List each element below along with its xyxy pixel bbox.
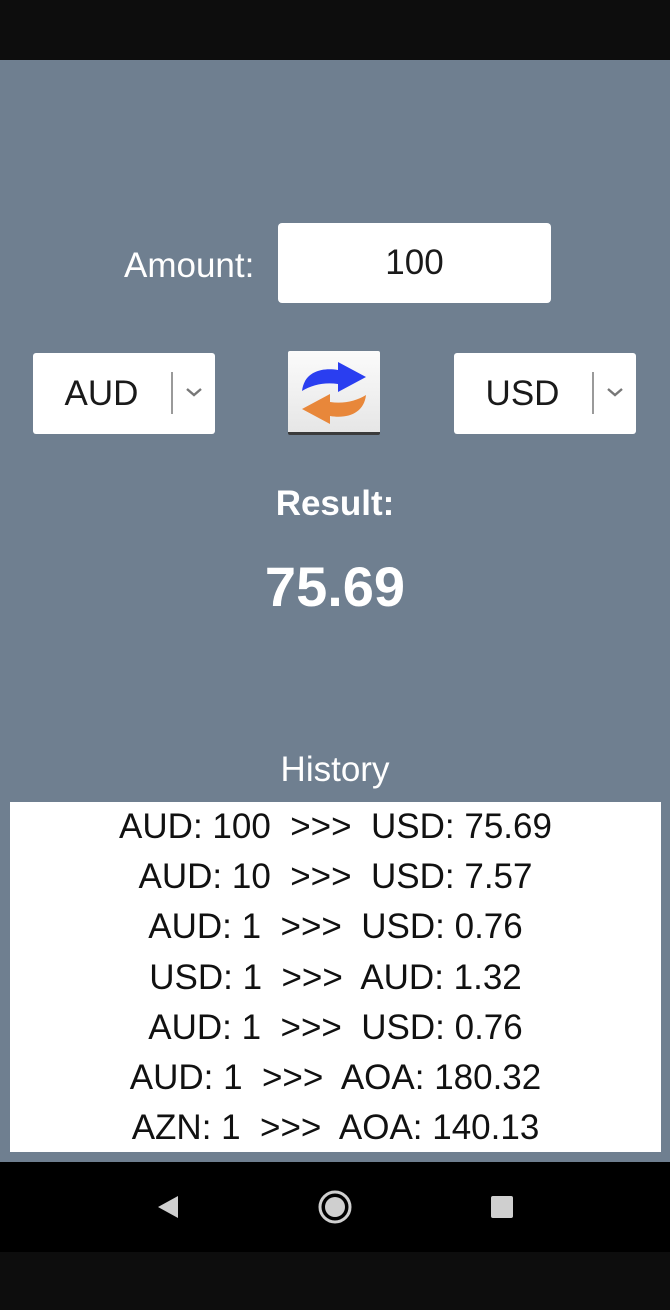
history-item[interactable]: AZN: 1 >>> AOA: 140.13 xyxy=(10,1103,661,1152)
history-list[interactable]: AUD: 100 >>> USD: 75.69 AUD: 10 >>> USD:… xyxy=(10,802,661,1152)
history-item[interactable]: AUD: 1 >>> USD: 0.76 xyxy=(10,902,661,952)
select-divider xyxy=(171,372,173,414)
select-divider xyxy=(592,372,594,414)
converter-screen: Amount: AUD USD Result: 75.69 History AU… xyxy=(0,60,670,1162)
navigation-bar xyxy=(0,1162,670,1252)
history-item[interactable]: AUD: 1 >>> AOA: 180.32 xyxy=(10,1053,661,1103)
history-item[interactable]: AUD: 1 >>> USD: 0.76 xyxy=(10,1003,661,1053)
status-bar xyxy=(0,0,670,60)
history-item[interactable]: USD: 1 >>> AUD: 1.32 xyxy=(10,953,661,1003)
chevron-down-icon xyxy=(607,388,623,397)
history-item[interactable]: AUD: 100 >>> USD: 75.69 xyxy=(10,802,661,852)
from-currency-select[interactable]: AUD xyxy=(33,353,215,434)
result-value: 75.69 xyxy=(264,555,406,618)
back-triangle-icon[interactable] xyxy=(148,1187,188,1227)
swap-arrows-icon xyxy=(302,362,366,424)
result-label: Result: xyxy=(275,484,395,523)
swap-currencies-button[interactable] xyxy=(288,351,380,435)
amount-input[interactable] xyxy=(278,223,551,303)
history-title: History xyxy=(280,750,390,789)
to-currency-select[interactable]: USD xyxy=(454,353,636,434)
recents-square-icon[interactable] xyxy=(482,1187,522,1227)
to-currency-value: USD xyxy=(485,374,560,413)
amount-label: Amount: xyxy=(124,246,255,285)
history-item[interactable]: AUD: 10 >>> USD: 7.57 xyxy=(10,852,661,902)
home-circle-icon[interactable] xyxy=(315,1187,355,1227)
chevron-down-icon xyxy=(186,388,202,397)
bottom-strip xyxy=(0,1252,670,1310)
from-currency-value: AUD xyxy=(64,374,139,413)
